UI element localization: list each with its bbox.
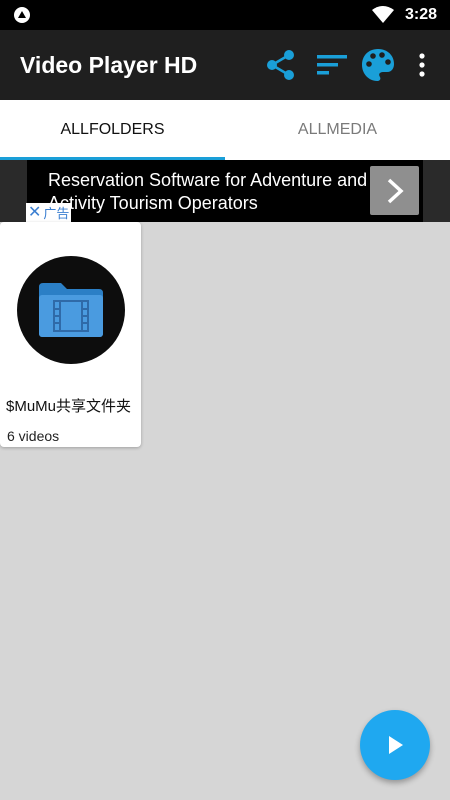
folder-card[interactable]: $MuMu共享文件夹 6 videos — [0, 222, 141, 447]
share-icon[interactable] — [263, 47, 299, 83]
tab-allmedia[interactable]: ALLMEDIA — [225, 100, 450, 160]
play-icon — [389, 736, 403, 754]
folder-video-count: 6 videos — [7, 428, 60, 444]
folder-name: $MuMu共享文件夹 — [6, 398, 132, 415]
app-bar: Video Player HD — [0, 30, 450, 100]
ad-arrow-button[interactable] — [370, 166, 419, 215]
ad-badge-label: 广告 — [43, 206, 70, 221]
close-icon[interactable]: ✕ — [28, 204, 41, 221]
wifi-icon — [372, 6, 394, 23]
folder-thumbnail — [17, 256, 125, 364]
notification-icon — [14, 7, 30, 23]
app-title: Video Player HD — [20, 52, 198, 78]
clock: 3:28 — [405, 6, 438, 23]
tab-allfolders[interactable]: ALLFOLDERS — [0, 100, 225, 160]
ad-text[interactable]: Reservation Software for Adventure and A… — [48, 169, 368, 215]
sort-icon[interactable] — [315, 47, 351, 83]
play-fab-button[interactable] — [360, 710, 430, 780]
chevron-right-icon — [387, 178, 404, 204]
more-icon[interactable] — [410, 47, 434, 83]
palette-icon[interactable] — [360, 47, 396, 83]
video-folder-icon — [39, 283, 103, 337]
ad-badge[interactable]: ✕ 广告 — [26, 203, 72, 222]
status-bar: 3:28 — [0, 0, 450, 30]
tab-bar: ALLFOLDERS ALLMEDIA — [0, 100, 450, 160]
